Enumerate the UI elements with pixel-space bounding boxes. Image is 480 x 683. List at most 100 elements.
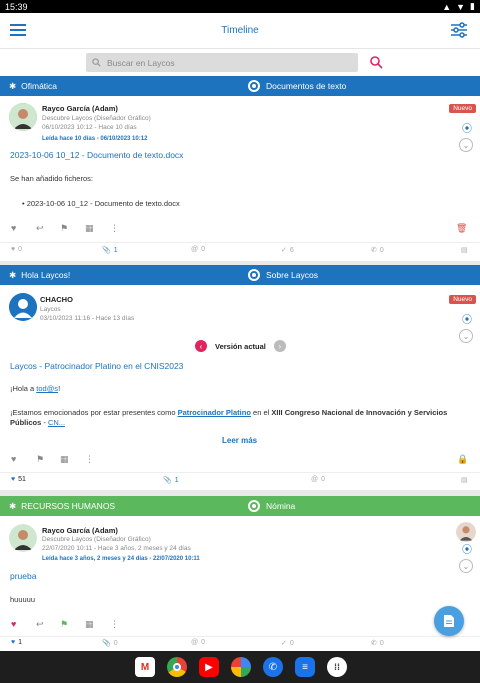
post-actions: ♥ ↩ ⚑ ▦ ⋮ — [0, 619, 480, 635]
post-stats: ♥ 0 📎 1 @0 ✓ 6 ✆ 0 ▤ — [0, 242, 480, 257]
new-badge: Nuevo — [449, 295, 476, 304]
post-body: huuuuu — [10, 595, 36, 604]
group-name[interactable]: Hola Laycos! — [21, 270, 70, 280]
attachment-item[interactable]: • 2023-10-06 10_12 - Documento de texto.… — [22, 199, 180, 208]
like-count: 0 — [18, 246, 23, 253]
status-time: 15:39 — [5, 1, 28, 12]
gmail-icon[interactable]: M — [135, 657, 155, 677]
app-drawer-icon[interactable]: ⁞⁞ — [327, 657, 347, 677]
chevron-down-icon[interactable]: ⌄ — [459, 329, 473, 343]
group-name[interactable]: RECURSOS HUMANOS — [21, 501, 115, 511]
calendar-icon[interactable]: ▦ — [60, 454, 69, 465]
location-icon: ▲ — [442, 1, 452, 12]
menu-icon[interactable] — [9, 22, 27, 38]
avatar[interactable] — [9, 103, 37, 131]
comment-icon[interactable]: ▤ — [461, 246, 468, 254]
calendar-icon[interactable]: ▦ — [85, 223, 94, 234]
reply-icon[interactable]: ↩ — [36, 619, 44, 630]
heart-icon[interactable]: ♥ — [11, 223, 16, 233]
post-title-link[interactable]: Laycos - Patrocinador Platino en el CNIS… — [10, 361, 183, 371]
trash-icon[interactable]: 🗑 — [456, 223, 467, 234]
flag-icon[interactable]: ⚑ — [60, 223, 68, 234]
post-date: 03/10/2023 11:16 - Hace 13 días — [40, 315, 135, 322]
post-stats: ♥ 1 📎 0 @0 ✓ 0 ✆ 0 — [0, 636, 480, 651]
broadcast-icon: ⦿ — [462, 315, 472, 326]
new-document-button[interactable] — [434, 606, 464, 636]
search-input[interactable]: Buscar en Laycos — [86, 53, 358, 72]
post-card-3: ✱ RECURSOS HUMANOS Nómina Rayco García (A… — [0, 496, 480, 651]
author-name[interactable]: Rayco García (Adam) — [42, 526, 118, 535]
post-greeting: ¡Hola a tod@s! — [10, 384, 60, 393]
post-title-link[interactable]: 2023-10-06 10_12 - Documento de texto.do… — [10, 150, 183, 160]
calendar-icon[interactable]: ▦ — [85, 619, 94, 630]
more-icon[interactable]: ⋮ — [110, 619, 119, 630]
greeting-link[interactable]: tod@s — [36, 384, 58, 393]
body-more-link[interactable]: CN... — [48, 418, 65, 427]
more-icon[interactable]: ⋮ — [85, 454, 94, 465]
read-more-link[interactable]: Leer más — [222, 436, 257, 445]
post-header: ✱ Ofimática Documentos de texto — [0, 76, 480, 96]
version-switcher: ‹ Versión actual › — [195, 340, 286, 352]
search-field-icon — [92, 58, 101, 67]
messages-icon[interactable]: ≡ — [295, 657, 315, 677]
reply-icon[interactable]: ↩ — [36, 223, 44, 234]
mention-count: 0 — [321, 476, 326, 483]
chrome-icon[interactable] — [167, 657, 187, 677]
post-card-1: ✱ Ofimática Documentos de texto Rayco Gar… — [0, 76, 480, 261]
call-count: 0 — [379, 639, 384, 647]
post-date: 22/07/2020 10:11 - Hace 3 años, 2 meses … — [42, 545, 191, 552]
post-stats: ♥ 51 📎 1 @0 ▤ — [0, 472, 480, 487]
phone-icon: ✆ — [371, 640, 377, 647]
chevron-down-icon[interactable]: ⌄ — [459, 138, 473, 152]
body-suffix: - — [41, 418, 48, 427]
category-name[interactable]: Documentos de texto — [266, 81, 346, 91]
search-bar: Buscar en Laycos — [0, 48, 480, 76]
attachment-count: 1 — [113, 246, 118, 254]
category-name[interactable]: Nómina — [266, 501, 295, 511]
photos-icon[interactable] — [231, 657, 251, 677]
next-version-icon[interactable]: › — [273, 340, 286, 352]
avatar[interactable] — [9, 524, 37, 552]
heart-icon[interactable]: ♥ — [11, 454, 16, 464]
greeting-prefix: ¡Hola a — [10, 384, 37, 393]
page-title: Timeline — [221, 25, 259, 36]
mention-icon: @ — [311, 476, 319, 483]
group-name[interactable]: Ofimática — [21, 81, 57, 91]
search-button-icon[interactable] — [369, 55, 383, 69]
attachment-name: 2023-10-06 10_12 - Documento de texto.do… — [26, 199, 180, 208]
lock-icon[interactable]: 🔒 — [457, 454, 468, 465]
read-status: Leída hace 3 años, 2 meses y 24 días - 2… — [42, 556, 200, 562]
comment-icon[interactable]: ▤ — [461, 476, 468, 484]
phone-app-icon[interactable]: ✆ — [263, 657, 283, 677]
post-body: Se han añadido ficheros: — [10, 174, 93, 183]
post-header: ✱ RECURSOS HUMANOS Nómina — [0, 496, 480, 516]
filter-settings-icon[interactable] — [450, 21, 468, 39]
post-actions: ♥ ↩ ⚑ ▦ ⋮ 🗑 — [0, 223, 480, 239]
author-name[interactable]: Rayco García (Adam) — [42, 104, 118, 113]
author-role: Laycos — [40, 306, 61, 313]
new-badge: Nuevo — [449, 104, 476, 113]
search-placeholder: Buscar en Laycos — [107, 57, 175, 68]
post-title-link[interactable]: prueba — [10, 571, 36, 581]
flag-icon[interactable]: ⚑ — [60, 619, 68, 630]
document-icon — [444, 615, 454, 627]
attachment-count: 0 — [113, 639, 118, 647]
group-icon: ✱ — [9, 269, 17, 280]
previous-version-icon[interactable]: ‹ — [195, 340, 207, 352]
check-count: 6 — [289, 246, 294, 254]
mention-icon: @ — [191, 639, 199, 646]
avatar[interactable] — [9, 293, 37, 321]
recipient-avatar[interactable] — [456, 522, 476, 542]
sponsor-link[interactable]: Patrocinador Platino — [178, 408, 251, 417]
heart-icon[interactable]: ♥ — [11, 619, 16, 629]
version-label: Versión actual — [215, 341, 266, 351]
author-name[interactable]: CHACHO — [40, 295, 73, 304]
more-icon[interactable]: ⋮ — [110, 223, 119, 234]
category-name[interactable]: Sobre Laycos — [266, 270, 318, 280]
flag-icon[interactable]: ⚑ — [36, 454, 44, 465]
author-role: Descubre Laycos (Diseñador Gráfico) — [42, 536, 151, 543]
chevron-down-icon[interactable]: ⌄ — [459, 559, 473, 573]
youtube-icon[interactable]: ▶ — [199, 657, 219, 677]
post-date: 06/10/2023 10:12 - Hace 10 días — [42, 124, 137, 131]
read-status: Leída hace 10 días - 06/10/2023 10:12 — [42, 136, 148, 142]
